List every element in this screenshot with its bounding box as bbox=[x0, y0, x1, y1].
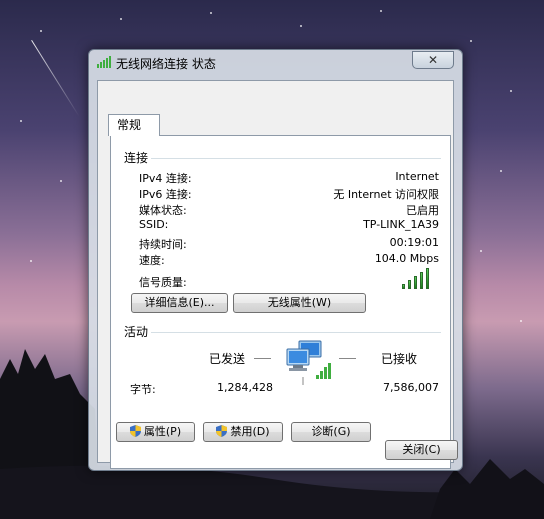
received-label: 已接收 bbox=[381, 352, 418, 366]
properties-button[interactable]: 属性(P) bbox=[116, 422, 195, 442]
bytes-received-value: 7,586,007 bbox=[383, 381, 439, 394]
sent-label: 已发送 bbox=[209, 352, 246, 366]
speed-label: 速度: bbox=[139, 254, 165, 267]
ssid-label: SSID: bbox=[139, 218, 169, 231]
dialog-client-area: 常规 连接 IPv4 连接: Internet IPv6 连接: 无 Inter… bbox=[97, 80, 458, 469]
general-panel: 连接 IPv4 连接: Internet IPv6 连接: 无 Internet… bbox=[110, 135, 451, 469]
tab-general-label: 常规 bbox=[117, 118, 142, 132]
close-button[interactable]: 关闭(C) bbox=[385, 440, 458, 460]
network-computers-icon bbox=[286, 340, 331, 385]
media-state-label: 媒体状态: bbox=[139, 204, 187, 217]
activity-heading: 活动 bbox=[124, 325, 149, 339]
tab-general[interactable]: 常规 bbox=[108, 114, 160, 136]
ipv4-value: Internet bbox=[395, 170, 439, 183]
sent-connector-line bbox=[254, 358, 271, 359]
window-close-button[interactable]: ✕ bbox=[412, 51, 454, 69]
bytes-label: 字节: bbox=[130, 383, 156, 396]
signal-quality-label: 信号质量: bbox=[139, 276, 187, 289]
properties-button-label: 属性(P) bbox=[143, 425, 182, 438]
signal-strength-icon bbox=[402, 267, 432, 289]
ipv6-value: 无 Internet 访问权限 bbox=[333, 188, 439, 201]
diagnose-button[interactable]: 诊断(G) bbox=[291, 422, 371, 442]
wifi-signal-icon bbox=[97, 56, 111, 68]
uac-shield-icon bbox=[216, 425, 228, 437]
status-dialog: 无线网络连接 状态 ✕ 常规 连接 IPv4 连接: Internet IPv6… bbox=[88, 49, 463, 471]
duration-value: 00:19:01 bbox=[389, 236, 439, 249]
close-icon: ✕ bbox=[427, 53, 439, 67]
ipv4-label: IPv4 连接: bbox=[139, 172, 192, 185]
connection-divider bbox=[151, 158, 441, 159]
media-state-value: 已启用 bbox=[406, 204, 439, 217]
meteor-streak bbox=[31, 40, 80, 117]
title-bar[interactable]: 无线网络连接 状态 ✕ bbox=[89, 50, 462, 74]
disable-button-label: 禁用(D) bbox=[230, 425, 270, 438]
disable-button[interactable]: 禁用(D) bbox=[203, 422, 283, 442]
bytes-sent-value: 1,284,428 bbox=[217, 381, 273, 394]
speed-value: 104.0 Mbps bbox=[374, 252, 439, 265]
connection-heading: 连接 bbox=[124, 151, 149, 165]
details-button[interactable]: 详细信息(E)... bbox=[131, 293, 228, 313]
duration-label: 持续时间: bbox=[139, 238, 187, 251]
wireless-properties-button[interactable]: 无线属性(W) bbox=[233, 293, 366, 313]
uac-shield-icon bbox=[129, 425, 141, 437]
activity-divider bbox=[151, 332, 441, 333]
ssid-value: TP-LINK_1A39 bbox=[363, 218, 439, 231]
received-connector-line bbox=[339, 358, 356, 359]
window-title: 无线网络连接 状态 bbox=[116, 57, 216, 71]
ipv6-label: IPv6 连接: bbox=[139, 188, 192, 201]
